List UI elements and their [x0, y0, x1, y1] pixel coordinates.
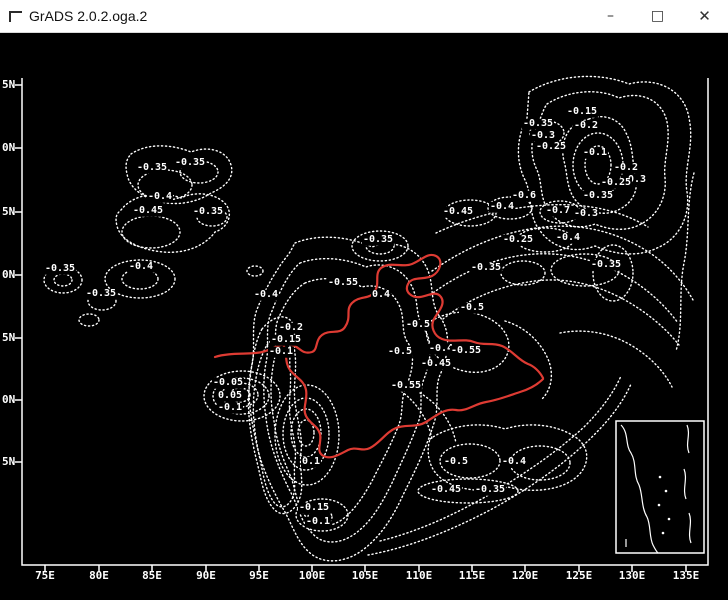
title-bar: GrADS 2.0.2.oga.2 – □ ✕ — [0, 0, 728, 33]
contour-label: -0.2 — [573, 121, 599, 132]
inset-islands-arc — [684, 425, 691, 543]
contour-label: -0.4 — [147, 192, 173, 203]
close-button[interactable]: ✕ — [681, 0, 728, 32]
contour-label: -0.55 — [327, 278, 359, 289]
contour-label: -0.25 — [600, 178, 632, 189]
contour-label: -0.4 — [489, 202, 515, 213]
app-icon — [9, 11, 22, 22]
contour-label: -0.35 — [474, 485, 506, 496]
contour-label: -0.45 — [420, 359, 452, 370]
contour-label: -0.55 — [450, 346, 482, 357]
contour-label: 0.05 — [217, 391, 243, 402]
y-axis-label: 0N — [2, 393, 15, 406]
contour-label: -0.5 — [387, 347, 413, 358]
contour-label: -0.3 — [573, 209, 599, 220]
contour-label: -0.35 — [174, 158, 206, 169]
contour-label: -0.2 — [278, 323, 304, 334]
x-axis-label: 100E — [299, 569, 326, 582]
inset-map — [616, 421, 704, 553]
x-axis-label: 75E — [35, 569, 55, 582]
window-title: GrADS 2.0.2.oga.2 — [29, 8, 147, 24]
contour-label: -0.15 — [298, 503, 330, 514]
contour-label: -0.25 — [535, 142, 567, 153]
contour-label: -0.5 — [459, 303, 485, 314]
x-axis-label: 125E — [566, 569, 593, 582]
contour-label: -0.4 — [555, 233, 581, 244]
contour-label: -0.35 — [85, 289, 117, 300]
inset-coastline — [621, 425, 658, 553]
contour-label: -0.4 — [501, 457, 527, 468]
yellow-river-line — [215, 255, 543, 378]
contour-label: -0.7 — [545, 206, 571, 217]
window-controls: – □ ✕ — [587, 0, 728, 32]
minimize-button[interactable]: – — [587, 0, 634, 32]
x-axis-label: 95E — [249, 569, 269, 582]
contour-label: -0.35 — [470, 263, 502, 274]
y-axis-label: 5N — [2, 331, 15, 344]
contour-label: -0.35 — [362, 235, 394, 246]
maximize-button[interactable]: □ — [634, 0, 681, 32]
contour-label: -0.35 — [522, 119, 554, 130]
x-axis-label: 105E — [352, 569, 379, 582]
contour-label: -0.35 — [582, 191, 614, 202]
contour-label: -0.35 — [192, 207, 224, 218]
plot-canvas[interactable]: 5N 0N 5N 0N 5N 0N 5N 75E 80E 85E 90E 95E 100E 105E 110… — [0, 33, 728, 600]
contour-label: -0.25 — [502, 235, 534, 246]
x-axis-label: 80E — [89, 569, 109, 582]
contour-label: -0.55 — [390, 381, 422, 392]
y-axis-label: 0N — [2, 141, 15, 154]
x-axis-label: 135E — [673, 569, 700, 582]
contour-label: -0.05 — [212, 378, 244, 389]
contour-label: -0.35 — [44, 264, 76, 275]
x-axis-label: 85E — [142, 569, 162, 582]
contour-label: -0.1 — [582, 148, 608, 159]
x-axis-label: 120E — [512, 569, 539, 582]
contour-label: -0.1 — [305, 517, 331, 528]
contour-label: -0.6 — [511, 191, 537, 202]
contour-label: -0.3 — [530, 131, 556, 142]
y-axis-label: 5N — [2, 455, 15, 468]
y-axis-label: 5N — [2, 78, 15, 91]
contour-label: -0.15 — [270, 335, 302, 346]
contour-label: -0.1 — [217, 403, 243, 414]
contour-label: -0.35 — [136, 163, 168, 174]
river-lines — [215, 255, 543, 457]
contour-label: -0.4 — [128, 262, 154, 273]
x-axis-label: 130E — [619, 569, 646, 582]
contour-label: -0.4 — [253, 290, 279, 301]
x-axis-label: 90E — [196, 569, 216, 582]
contour-label: 0.1 — [301, 457, 321, 468]
contour-label: -0.45 — [442, 207, 474, 218]
contour-label: -0.15 — [566, 107, 598, 118]
y-axis-label: 0N — [2, 268, 15, 281]
contour-label: -0.2 — [613, 163, 639, 174]
contour-label: -0.5 — [405, 320, 431, 331]
contour-label: -0.35 — [590, 260, 622, 271]
contour-label: -0.5 — [443, 457, 469, 468]
contour-label: -0.45 — [430, 485, 462, 496]
y-axis-label: 5N — [2, 205, 15, 218]
x-axis-label: 115E — [459, 569, 486, 582]
contour-plot — [0, 33, 728, 600]
grads-window: GrADS 2.0.2.oga.2 – □ ✕ — [0, 0, 728, 600]
x-axis-label: 110E — [406, 569, 433, 582]
contour-label: 0.4 — [371, 290, 391, 301]
contour-label: -0.45 — [132, 206, 164, 217]
contour-label: -0.1 — [268, 347, 294, 358]
